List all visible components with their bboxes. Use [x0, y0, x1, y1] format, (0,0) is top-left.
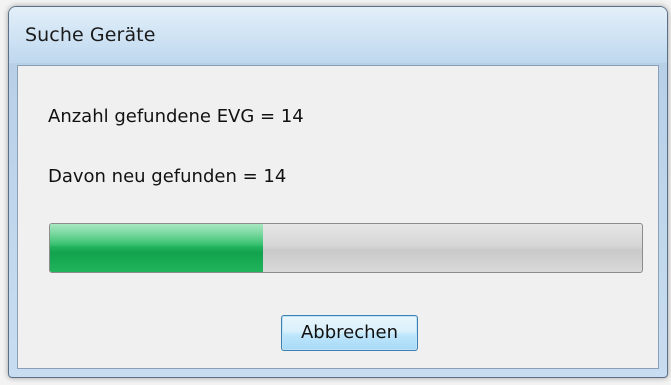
cancel-button[interactable]: Abbrechen: [281, 315, 418, 351]
found-new-text: Davon neu gefunden = 14: [48, 166, 287, 187]
found-total-text: Anzahl gefundene EVG = 14: [48, 106, 304, 127]
progress-fill: [50, 224, 264, 272]
search-progress-bar: [49, 223, 643, 273]
title-bar[interactable]: Suche Geräte: [9, 7, 667, 63]
dialog-body: Anzahl gefundene EVG = 14 Davon neu gefu…: [17, 65, 659, 369]
search-devices-dialog: Suche Geräte Anzahl gefundene EVG = 14 D…: [8, 6, 668, 378]
dialog-title: Suche Geräte: [25, 24, 156, 46]
